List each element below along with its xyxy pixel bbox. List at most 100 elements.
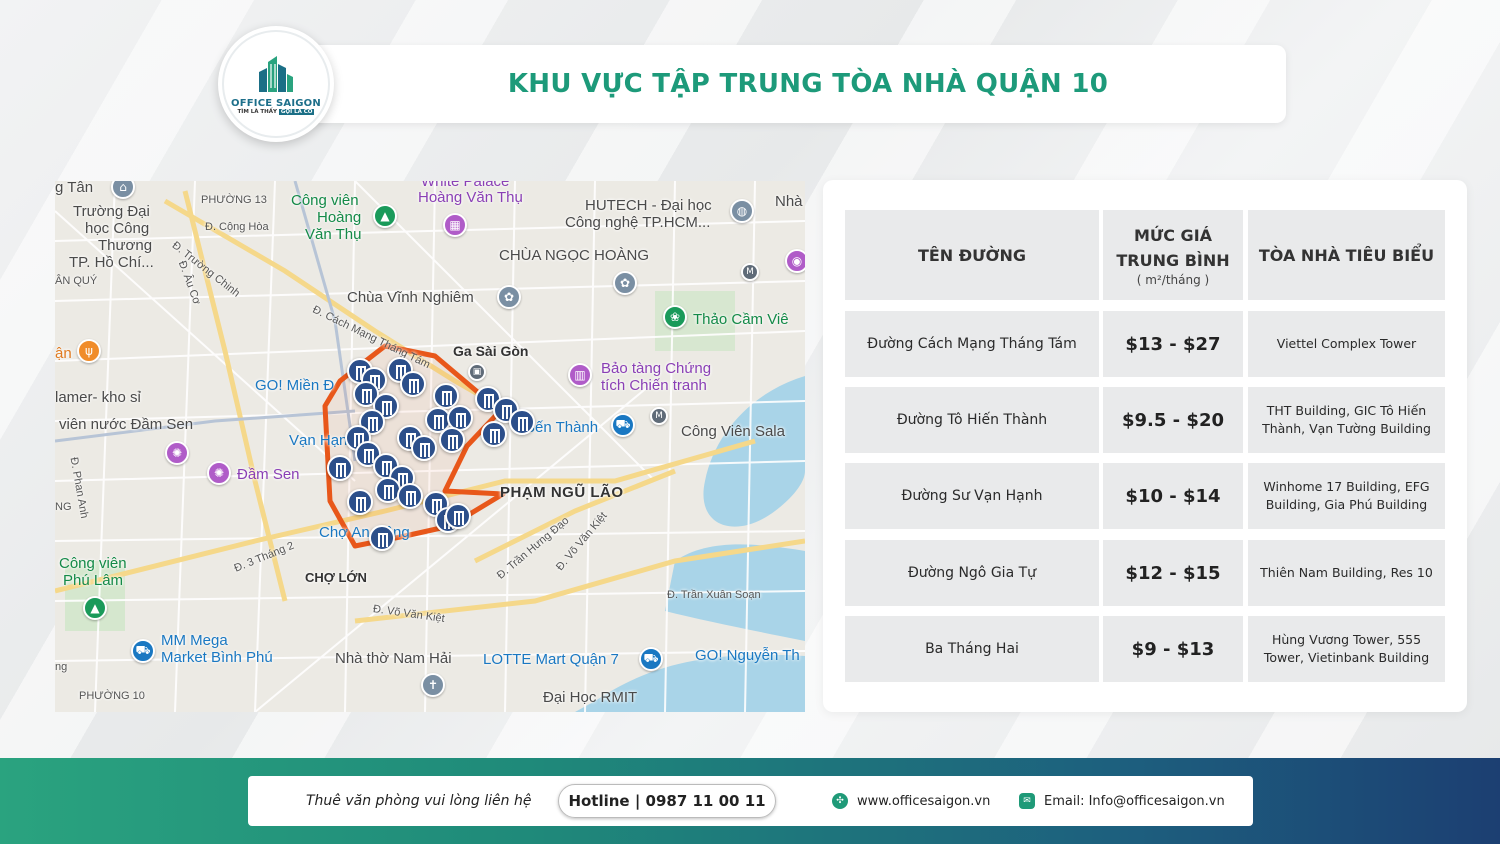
website-link[interactable]: ✣ www.officesaigon.vn xyxy=(832,793,990,809)
map-label: Công viên xyxy=(59,555,127,572)
map-label: PHƯỜNG 13 xyxy=(201,194,267,206)
building-marker-icon[interactable] xyxy=(400,371,426,397)
building-marker-icon[interactable] xyxy=(327,455,353,481)
shopping-pin-icon[interactable]: ⛟ xyxy=(639,647,663,671)
map-label: ận xyxy=(55,345,72,362)
map-label: CHỢ LỚN xyxy=(305,570,367,585)
map-label: học Công xyxy=(85,220,150,237)
header-price: MỨC GIÁ TRUNG BÌNH ( m²/tháng ) xyxy=(1103,210,1243,300)
street-cell: Đường Ngô Gia Tự xyxy=(845,540,1099,606)
map-label: Bảo tàng Chứng xyxy=(601,360,712,377)
map-label: CHÙA NGỌC HOÀNG xyxy=(499,247,650,264)
pagoda-pin-icon[interactable]: ✿ xyxy=(613,271,637,295)
map-label: MM Mega xyxy=(161,632,228,649)
map-label: Đ. Trần Xuân Soạn xyxy=(667,589,761,601)
footer-bar: Thuê văn phòng vui lòng liên hệ Hotline … xyxy=(0,758,1500,844)
building-marker-icon[interactable] xyxy=(411,435,437,461)
map-label: Thảo Cầm Viê xyxy=(693,311,789,328)
map-label: GO! Nguyễn Th xyxy=(695,647,800,664)
buildings-line-2: Tower, Vietinbank Building xyxy=(1263,650,1430,665)
map-label: TP. Hồ Chí... xyxy=(69,254,154,271)
park-pin-icon[interactable]: ▲ xyxy=(373,204,397,228)
restaurant-pin-icon[interactable]: ψ xyxy=(77,339,101,363)
amusement-pin-icon[interactable]: ✺ xyxy=(207,461,231,485)
map-label: Bến Thành xyxy=(525,419,599,436)
building-marker-icon[interactable] xyxy=(347,489,373,515)
map-label: Công viên xyxy=(291,192,359,209)
shopping-pin-icon[interactable]: ⛟ xyxy=(131,639,155,663)
map-label: Hoàng xyxy=(317,209,362,226)
header-price-label-a: MỨC GIÁ xyxy=(1133,226,1213,245)
map-label: Ga Sài Gòn xyxy=(453,343,529,359)
camera-pin-icon[interactable]: ◉ xyxy=(785,249,805,273)
building-marker-icon[interactable] xyxy=(445,503,471,529)
contact-box: Thuê văn phòng vui lòng liên hệ Hotline … xyxy=(248,776,1253,826)
price-cell: $9 - $13 xyxy=(1103,616,1243,682)
map-label: Phú Lâm xyxy=(63,572,124,589)
buildings-line-1: THT Building, GIC Tô Hiến xyxy=(1266,403,1427,418)
map-label: LOTTE Mart Quận 7 xyxy=(483,651,619,668)
page-title: KHU VỰC TẬP TRUNG TÒA NHÀ QUẬN 10 xyxy=(507,69,1109,99)
map-label: ÂN QUÝ xyxy=(55,275,98,287)
contact-text: Thuê văn phòng vui lòng liên hệ xyxy=(306,793,532,809)
buildings-line-1: Viettel Complex Tower xyxy=(1276,336,1417,351)
logo-ring xyxy=(222,30,330,138)
email-text: Email: Info@officesaigon.vn xyxy=(1044,793,1225,809)
church-pin-icon[interactable]: ✝ xyxy=(421,673,445,697)
map-label: Hoàng Văn Thụ xyxy=(418,189,523,206)
map-label: ng xyxy=(55,661,68,673)
metro-pin-icon[interactable]: M xyxy=(650,407,668,425)
logo[interactable]: OFFICE SAIGON TÌM LÀ THẤY GỌI LÀ CÓ xyxy=(218,26,334,142)
museum-pin-icon[interactable]: ▥ xyxy=(568,363,592,387)
street-cell: Đường Sư Vạn Hạnh xyxy=(845,463,1099,529)
map-label: g Tân xyxy=(55,181,94,196)
map-label: viên nước Đầm Sen xyxy=(59,416,194,433)
university-pin-icon[interactable]: ◍ xyxy=(730,199,754,223)
map-label: Market Bình Phú xyxy=(161,649,273,666)
map-label: PHƯỜNG 10 xyxy=(79,690,145,702)
map-label: Công Viên Sala xyxy=(681,423,785,440)
station-pin-icon[interactable]: ▣ xyxy=(468,363,486,381)
buildings-cell: Winhome 17 Building, EFG Building, Gia P… xyxy=(1248,463,1445,529)
buildings-cell: Hùng Vương Tower, 555 Tower, Vietinbank … xyxy=(1248,616,1445,682)
buildings-cell: Thiên Nam Building, Res 10 xyxy=(1248,540,1445,606)
metro-pin-icon[interactable]: M xyxy=(741,263,759,281)
zoo-pin-icon[interactable]: ❀ xyxy=(663,305,687,329)
price-cell: $9.5 - $20 xyxy=(1103,387,1243,453)
street-cell: Đường Tô Hiến Thành xyxy=(845,387,1099,453)
price-cell: $10 - $14 xyxy=(1103,463,1243,529)
map-label: Trường Đại xyxy=(73,203,150,220)
map-label: Nhà xyxy=(775,193,803,210)
map-label: Thương xyxy=(98,237,153,254)
park-pin-icon[interactable]: ▲ xyxy=(83,596,107,620)
price-cell: $13 - $27 xyxy=(1103,311,1243,377)
shopping-pin-icon[interactable]: ⛟ xyxy=(611,413,635,437)
district-map[interactable]: ⌂ ▲ ▦ ◍ ✿ M ◉ ✿ ❀ ψ ▣ ▥ M ⛟ ✺ ✺ ▲ ⛟ ⛟ ✝ … xyxy=(55,181,805,712)
email-link[interactable]: ✉ Email: Info@officesaigon.vn xyxy=(1019,793,1225,809)
map-label: Đại Học RMIT xyxy=(543,689,638,706)
header-street-label: TÊN ĐƯỜNG xyxy=(917,245,1027,265)
title-bar: KHU VỰC TẬP TRUNG TÒA NHÀ QUẬN 10 xyxy=(300,45,1286,123)
header-buildings-label: TÒA NHÀ TIÊU BIỂU xyxy=(1258,245,1435,265)
building-marker-icon[interactable] xyxy=(509,409,535,435)
building-marker-icon[interactable] xyxy=(481,421,507,447)
buildings-line-1: Winhome 17 Building, EFG xyxy=(1263,479,1430,494)
temple-pin-icon[interactable]: ✿ xyxy=(497,285,521,309)
building-marker-icon[interactable] xyxy=(439,427,465,453)
attraction-pin-icon[interactable]: ✺ xyxy=(165,441,189,465)
header-price-unit: ( m²/tháng ) xyxy=(1136,273,1210,287)
building-marker-icon[interactable] xyxy=(369,525,395,551)
price-cell: $12 - $15 xyxy=(1103,540,1243,606)
hotline-button[interactable]: Hotline | 0987 11 00 11 xyxy=(558,784,776,818)
map-label: Công nghệ TP.HCM... xyxy=(565,214,711,231)
website-text: www.officesaigon.vn xyxy=(857,793,991,809)
globe-icon: ✣ xyxy=(832,793,848,809)
buildings-cell: Viettel Complex Tower xyxy=(1248,311,1445,377)
buildings-line-2: Thành, Vạn Tường Building xyxy=(1262,421,1431,436)
building-marker-icon[interactable] xyxy=(397,483,423,509)
map-label: HUTECH - Đại học xyxy=(585,197,712,214)
header-street: TÊN ĐƯỜNG xyxy=(845,210,1099,300)
buildings-line-1: Thiên Nam Building, Res 10 xyxy=(1260,565,1433,580)
buildings-line-1: Hùng Vương Tower, 555 xyxy=(1271,632,1422,647)
hotel-pin-icon[interactable]: ▦ xyxy=(443,213,467,237)
